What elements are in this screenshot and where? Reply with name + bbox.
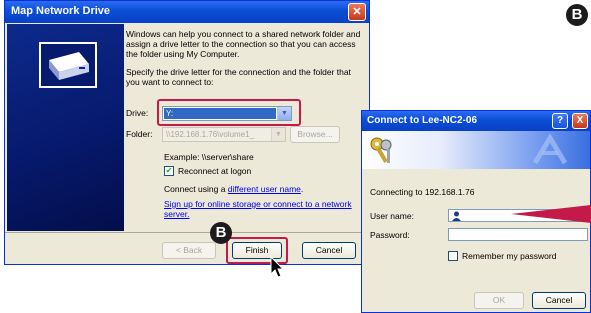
username-label: User name: <box>370 211 414 221</box>
ok-button[interactable]: OK <box>474 292 524 309</box>
intro-text: Windows can help you connect to a shared… <box>126 29 361 59</box>
step-badge: B <box>566 4 588 26</box>
network-drive-icon <box>39 42 97 88</box>
folder-value: \\192.168.1.76\volume1_ <box>166 129 255 139</box>
connecting-text: Connecting to 192.168.1.76 <box>370 187 475 197</box>
drive-highlight <box>157 99 301 126</box>
folder-label: Folder: <box>126 129 153 139</box>
connect-using-suffix: . <box>300 184 304 194</box>
keys-icon <box>532 133 568 165</box>
connect-title: Connect to Lee-NC2-06 <box>367 115 478 126</box>
folder-row: Folder: \\192.168.1.76\volume1_ ▼ Browse… <box>126 125 340 143</box>
folder-combo[interactable]: \\192.168.1.76\volume1_ ▼ <box>162 126 286 142</box>
connect-banner <box>362 131 590 169</box>
reconnect-row: ✔ Reconnect at logon <box>164 166 251 176</box>
map-drive-title: Map Network Drive <box>11 5 111 17</box>
example-text: Example: \\server\share <box>164 152 254 162</box>
close-icon[interactable]: X <box>572 113 588 129</box>
help-icon[interactable]: ? <box>552 113 568 129</box>
remember-row: Remember my password <box>448 251 556 261</box>
back-button[interactable]: < Back <box>162 242 216 259</box>
signup-link[interactable]: Sign up for online storage or connect to… <box>164 199 354 219</box>
reconnect-label: Reconnect at logon <box>178 166 252 176</box>
keys-icon <box>370 137 392 163</box>
connect-using-text: Connect using a different user name. <box>164 184 303 194</box>
password-label: Password: <box>370 230 410 240</box>
different-user-link[interactable]: different user name <box>228 184 301 194</box>
map-drive-banner <box>7 24 124 231</box>
mouse-cursor-icon <box>270 256 285 278</box>
button-divider <box>5 232 369 233</box>
connect-titlebar[interactable]: Connect to Lee-NC2-06 ? X <box>362 111 590 131</box>
map-drive-titlebar[interactable]: Map Network Drive ✕ <box>5 1 369 23</box>
remember-checkbox[interactable] <box>448 251 458 261</box>
password-input[interactable] <box>448 228 588 241</box>
cancel-button[interactable]: Cancel <box>302 242 356 259</box>
step-badge: B <box>210 222 232 244</box>
close-icon[interactable]: ✕ <box>348 3 366 21</box>
user-icon <box>452 211 461 221</box>
browse-button[interactable]: Browse... <box>290 125 340 143</box>
specify-text: Specify the drive letter for the connect… <box>126 67 351 87</box>
reconnect-checkbox[interactable]: ✔ <box>164 166 174 176</box>
chevron-down-icon[interactable]: ▼ <box>271 127 285 141</box>
remember-label: Remember my password <box>462 251 557 261</box>
connect-cancel-button[interactable]: Cancel <box>532 292 586 309</box>
map-drive-content: Windows can help you connect to a shared… <box>126 29 366 87</box>
map-network-drive-window: Map Network Drive ✕ Windows can help you… <box>4 0 370 265</box>
pointer-arrow-icon <box>511 205 591 223</box>
connect-using-prefix: Connect using a <box>164 184 228 194</box>
